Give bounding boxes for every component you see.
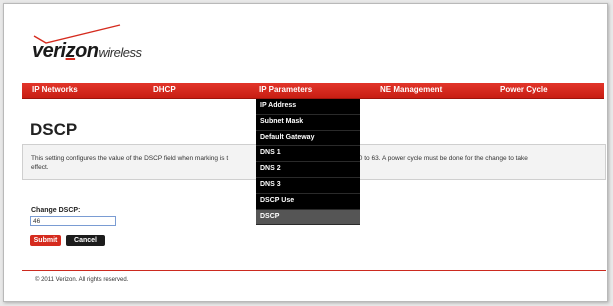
verizon-wireless-logo[interactable]: verizonwireless bbox=[32, 24, 172, 64]
dropdown-item-default-gateway[interactable]: Default Gateway bbox=[256, 131, 360, 147]
nav-ip-networks[interactable]: IP Networks bbox=[32, 85, 78, 94]
change-dscp-label: Change DSCP: bbox=[31, 207, 81, 214]
browser-frame: verizonwireless IP Networks DHCP IP Para… bbox=[3, 3, 608, 302]
logo-brand-sub: wireless bbox=[98, 45, 142, 60]
main-nav-bar: IP Networks DHCP IP Parameters NE Manage… bbox=[22, 83, 604, 99]
dropdown-item-dns-3[interactable]: DNS 3 bbox=[256, 178, 360, 194]
cancel-button[interactable]: Cancel bbox=[66, 235, 105, 246]
logo-brand-suffix: on bbox=[75, 40, 99, 62]
dropdown-item-subnet-mask[interactable]: Subnet Mask bbox=[256, 115, 360, 131]
ip-parameters-dropdown: IP Address Subnet Mask Default Gateway D… bbox=[256, 99, 360, 226]
dropdown-item-dscp-use[interactable]: DSCP Use bbox=[256, 194, 360, 210]
logo-brand-z: z bbox=[65, 40, 76, 62]
nav-ip-parameters[interactable]: IP Parameters bbox=[259, 85, 312, 94]
info-text-line2: effect. bbox=[31, 164, 49, 171]
dropdown-item-dns-2[interactable]: DNS 2 bbox=[256, 162, 360, 178]
nav-power-cycle[interactable]: Power Cycle bbox=[500, 85, 548, 94]
nav-ne-management[interactable]: NE Management bbox=[380, 85, 442, 94]
footer-copyright: © 2011 Verizon. All rights reserved. bbox=[35, 277, 129, 283]
footer-divider bbox=[22, 270, 606, 271]
info-text-left: This setting configures the value of the… bbox=[31, 155, 229, 162]
dropdown-item-ip-address[interactable]: IP Address bbox=[256, 99, 360, 115]
dscp-input[interactable] bbox=[30, 216, 116, 226]
logo-wordmark: verizonwireless bbox=[32, 40, 142, 63]
page-title: DSCP bbox=[30, 120, 78, 139]
submit-button[interactable]: Submit bbox=[30, 235, 61, 246]
nav-dhcp[interactable]: DHCP bbox=[153, 85, 176, 94]
dropdown-item-dns-1[interactable]: DNS 1 bbox=[256, 146, 360, 163]
dropdown-item-dscp[interactable]: DSCP bbox=[256, 209, 360, 226]
logo-brand-prefix: veri bbox=[32, 40, 66, 62]
